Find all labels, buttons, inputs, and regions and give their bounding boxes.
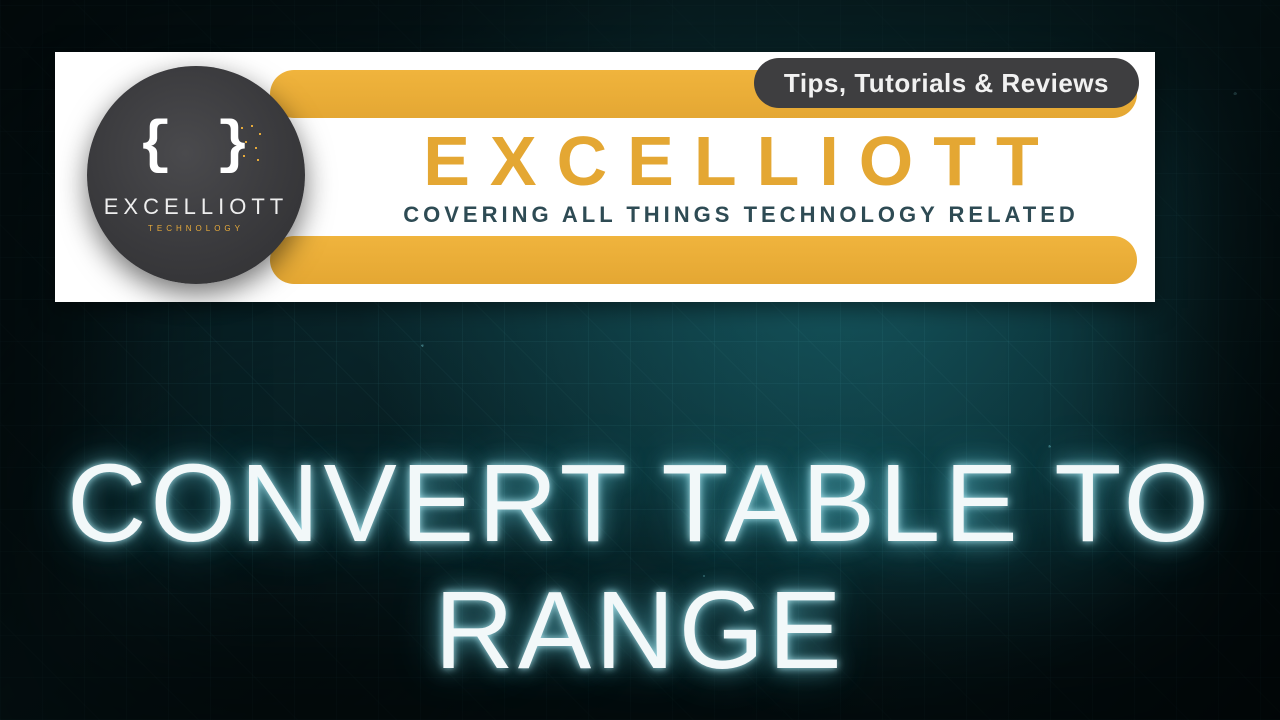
brand-title: EXCELLIOTT: [423, 126, 1059, 196]
channel-banner: EXCELLIOTT COVERING ALL THINGS TECHNOLOG…: [55, 52, 1155, 302]
braces-icon: { }: [138, 118, 254, 176]
logo-badge: { } EXCELLIOTT TECHNOLOGY: [87, 66, 305, 284]
video-title: CONVERT TABLE TO RANGE: [0, 440, 1280, 694]
badge-brand-name: EXCELLIOTT: [104, 194, 288, 220]
tips-pill: Tips, Tutorials & Reviews: [754, 58, 1139, 108]
brand-subtitle: COVERING ALL THINGS TECHNOLOGY RELATED: [403, 202, 1079, 228]
badge-brand-tag: TECHNOLOGY: [148, 224, 244, 233]
banner-midstrip: EXCELLIOTT COVERING ALL THINGS TECHNOLOG…: [295, 118, 1137, 236]
banner-bar-bottom: [270, 236, 1137, 284]
